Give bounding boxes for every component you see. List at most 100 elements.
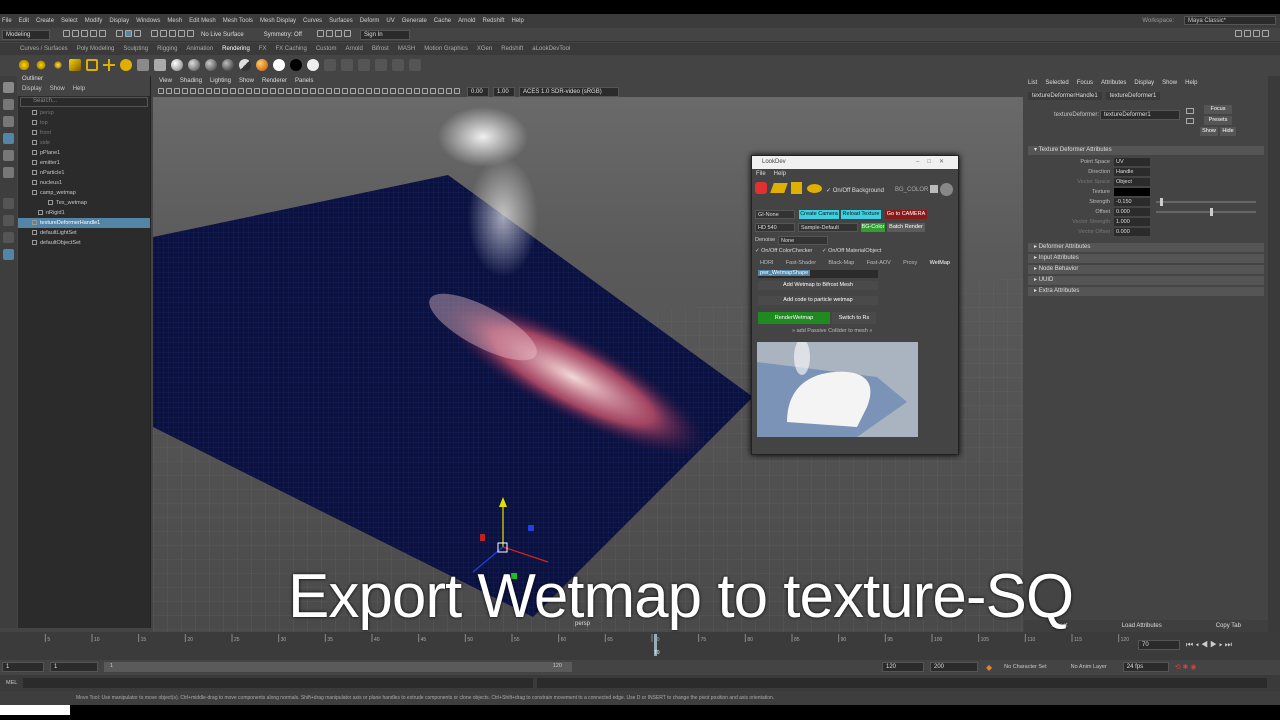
viewport-tool-icon[interactable] (246, 87, 252, 94)
viewport-tool-icon[interactable] (342, 87, 348, 94)
window-controls[interactable]: –□✕ (916, 156, 958, 169)
spot-light-icon[interactable] (69, 58, 81, 71)
add-code-button[interactable]: Add code to particle wetmap (758, 296, 878, 305)
attr-row-field[interactable]: Object (1114, 178, 1150, 186)
blinn-icon[interactable] (188, 58, 200, 71)
attr-slider-handle[interactable] (1160, 198, 1163, 206)
shelf-tab-mash[interactable]: MASH (398, 46, 415, 52)
outliner-menu-show[interactable]: Show (50, 86, 65, 96)
frame-uuid[interactable]: ▸ UUID (1028, 276, 1264, 285)
shelf-tab-bifrost[interactable]: Bifrost (372, 46, 389, 52)
viewport-tool-icon[interactable] (214, 87, 220, 94)
range-bar[interactable]: 1 120 (104, 662, 572, 672)
shelf-tab-xgen[interactable]: XGen (477, 46, 492, 52)
volume-light-icon[interactable] (103, 58, 115, 71)
lookdev-tab-fast-shader[interactable]: Fast-Shader (781, 258, 821, 268)
menu-display[interactable]: Display (109, 18, 129, 24)
attr-menu-show[interactable]: Show (1162, 80, 1177, 86)
shelf-tab-sculpting[interactable]: Sculpting (123, 46, 148, 52)
render-view-icon[interactable] (316, 30, 324, 37)
menu-windows[interactable]: Windows (136, 18, 160, 24)
outliner-menu-help[interactable]: Help (73, 86, 85, 96)
viewport-tool-icon[interactable] (198, 87, 204, 94)
menu-generate[interactable]: Generate (402, 18, 427, 24)
viewport-tool-icon[interactable] (358, 87, 364, 94)
viewport-tool-icon[interactable] (166, 87, 172, 94)
snap-grid-icon[interactable] (151, 30, 158, 37)
mel-label[interactable]: MEL (6, 680, 17, 686)
menu-deform[interactable]: Deform (360, 18, 380, 24)
viewport-tool-icon[interactable] (406, 87, 412, 94)
menu-uv[interactable]: UV (386, 18, 394, 24)
move-tool-icon[interactable] (3, 133, 14, 144)
hide-button[interactable]: Hide (1220, 127, 1236, 136)
reload-texture-button[interactable]: Reload Texture (841, 210, 881, 219)
shelf-tab-poly-modeling[interactable]: Poly Modeling (77, 46, 115, 52)
node-name-field[interactable]: textureDeformer1 (1100, 110, 1180, 120)
shelf-tab-arnold[interactable]: Arnold (346, 46, 363, 52)
menu-select[interactable]: Select (61, 18, 78, 24)
shelf-tab-custom[interactable]: Custom (316, 46, 337, 52)
frame-deformer-attributes[interactable]: ▸ Deformer Attributes (1028, 243, 1264, 252)
current-frame-field[interactable]: 70 (1138, 640, 1180, 650)
viewport-tool-icon[interactable] (294, 87, 300, 94)
create-camera-button[interactable]: Create Camera (799, 210, 839, 219)
color-swatch-icon[interactable] (940, 183, 953, 196)
anim-layer-label[interactable]: No Anim Layer (1071, 664, 1107, 670)
viewport-menu-panels[interactable]: Panels (295, 78, 313, 84)
shelf-tab-rigging[interactable]: Rigging (157, 46, 177, 52)
lookdev-plane-icon[interactable] (770, 183, 788, 193)
four-layout-icon[interactable] (3, 215, 14, 226)
focus-button[interactable]: Focus (1204, 105, 1232, 114)
viewport-tool-icon[interactable] (206, 87, 212, 94)
viewport-tool-icon[interactable] (374, 87, 380, 94)
point-light-icon[interactable] (52, 58, 64, 71)
snap-curve-icon[interactable] (160, 30, 167, 37)
outliner-menu-display[interactable]: Display (22, 86, 42, 96)
lookdev-tab-hdri[interactable]: HDRI (755, 258, 778, 268)
attr-slider-handle[interactable] (1210, 208, 1213, 216)
outliner-item[interactable]: emitter1 (18, 158, 150, 168)
viewport-tool-icon[interactable] (174, 87, 180, 94)
render-wetmap-button[interactable]: RenderWetmap (758, 312, 830, 324)
phong-icon[interactable] (205, 58, 217, 71)
sphere-light-icon[interactable] (120, 58, 132, 71)
fps-dropdown[interactable]: 24 fps (1122, 662, 1169, 672)
playback-start-field[interactable]: 1 (50, 662, 98, 672)
lookdev-tool-icon[interactable] (409, 58, 421, 71)
lookdev-cube-icon[interactable] (791, 182, 802, 194)
snap-point-icon[interactable] (169, 30, 176, 37)
workspace-dropdown[interactable]: Maya Classic* (1184, 16, 1276, 25)
viewport-tool-icon[interactable] (446, 87, 452, 94)
viewport-tool-icon[interactable] (254, 87, 260, 94)
shading-map-icon[interactable] (307, 58, 319, 71)
anisotropic-icon[interactable] (239, 58, 251, 71)
snap-view-icon[interactable] (178, 30, 185, 37)
attr-row-slider[interactable] (1156, 208, 1256, 216)
live-surface-label[interactable]: No Live Surface (201, 32, 244, 38)
bg-color-button[interactable]: BG-Color (861, 223, 885, 232)
shelf-tab-alookdevtool[interactable]: aLookDevTool (532, 46, 570, 52)
auto-key-icon[interactable]: ◆ (986, 663, 992, 672)
attr-menu-list[interactable]: List (1028, 80, 1037, 86)
hypershade-icon[interactable] (392, 58, 404, 71)
attr-row-slider[interactable] (1156, 198, 1256, 206)
use-background-icon[interactable] (290, 58, 302, 71)
shelf-tab-fx-caching[interactable]: FX Caching (275, 46, 306, 52)
viewport-tool-icon[interactable] (430, 87, 436, 94)
outliner-search-input[interactable]: Search... (20, 97, 148, 107)
menu-edit-mesh[interactable]: Edit Mesh (189, 18, 216, 24)
outliner-item[interactable]: textureDeformerHandle1 (18, 218, 150, 228)
manipulator-plane-handle-3[interactable] (480, 534, 485, 541)
shelf-tab-fx[interactable]: FX (259, 46, 267, 52)
attr-tab-0[interactable]: textureDeformerHandle1 (1028, 92, 1102, 100)
folder-icon[interactable] (930, 185, 938, 193)
outliner-item[interactable]: nRigid1 (18, 208, 150, 218)
viewport-tool-icon[interactable] (222, 87, 228, 94)
menu-edit[interactable]: Edit (19, 18, 29, 24)
viewport-tool-icon[interactable] (366, 87, 372, 94)
symmetry-label[interactable]: Symmetry: Off (264, 32, 302, 38)
viewport-tool-icon[interactable] (238, 87, 244, 94)
ipr-render-icon[interactable] (334, 30, 342, 37)
menuset-dropdown[interactable]: Modeling (2, 29, 50, 40)
